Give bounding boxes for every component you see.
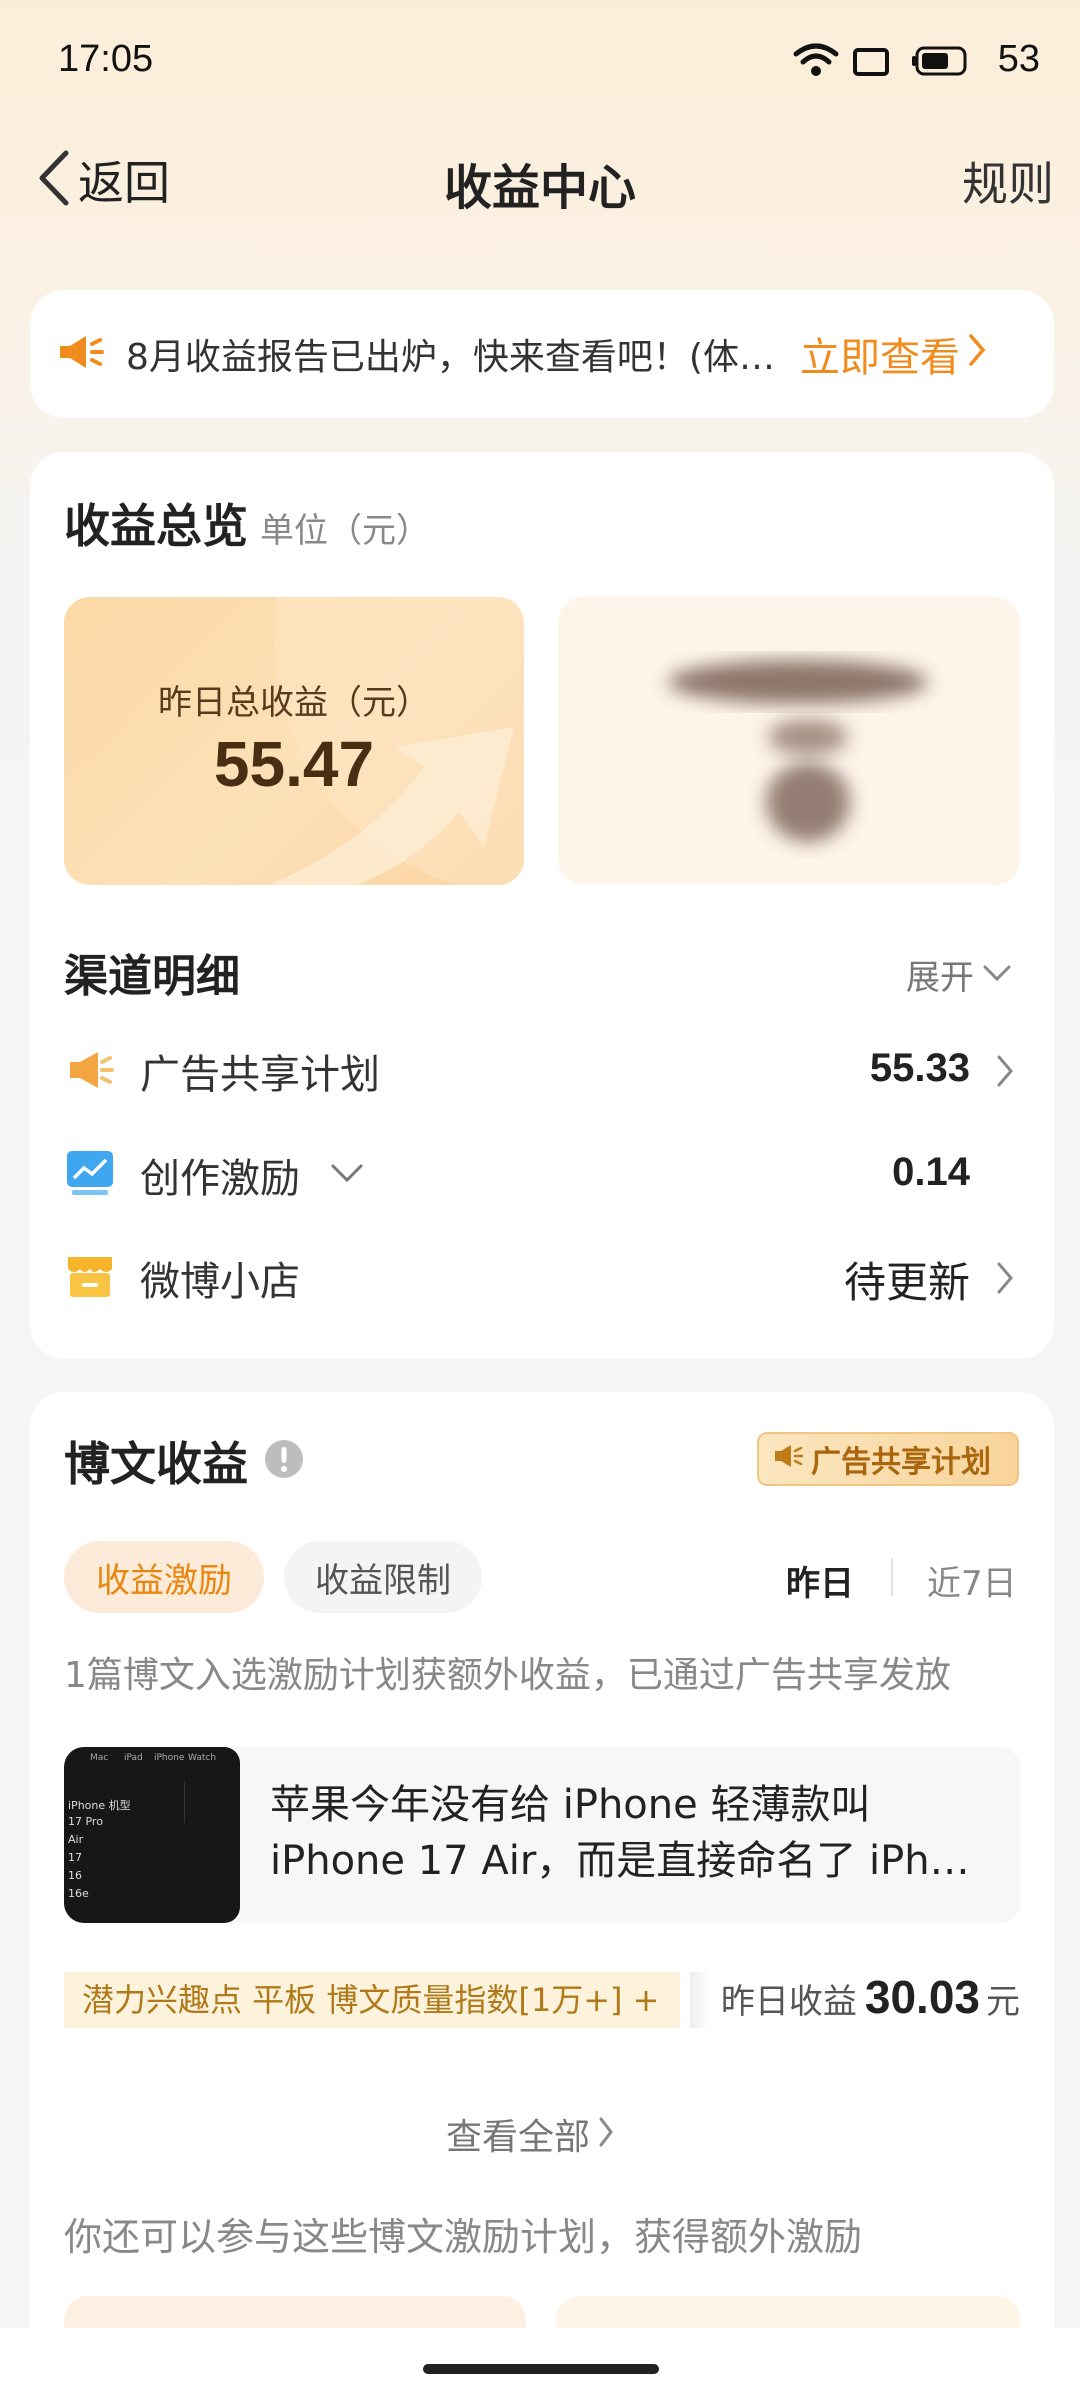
yesterday-earnings-unit: 元	[986, 1982, 1020, 2022]
view-all-label: 查看全部	[446, 2117, 591, 2158]
overview-heading: 收益总览 单位（元）	[64, 490, 430, 556]
chevron-down-icon[interactable]	[330, 1162, 364, 1188]
shop-icon	[66, 1253, 114, 1303]
chevron-right-icon	[968, 331, 986, 377]
post-title: 苹果今年没有给 iPhone 轻薄款叫 iPhone 17 Air，而是直接命名…	[270, 1782, 970, 1884]
notice-text: 8月收益报告已出炉，快来查看吧！(体…	[126, 337, 775, 378]
view-now-label: 立即查看	[800, 335, 960, 381]
keywords-fade	[690, 1972, 710, 2028]
yesterday-income-value: 55.47	[213, 728, 375, 800]
thumb-text: 16	[68, 1869, 82, 1882]
chevron-right-icon	[996, 1054, 1014, 1092]
status-time: 17:05	[58, 38, 154, 80]
chart-icon	[66, 1150, 114, 1200]
post-item[interactable]: Mac iPad iPhone Watch iPhone 机型 17 Pro A…	[64, 1747, 1020, 1923]
page-title: 收益中心	[443, 160, 636, 216]
thumb-text: 16e	[68, 1887, 89, 1900]
yesterday-income-label: 昨日总收益（元）	[158, 683, 430, 723]
post-keywords: 潜力兴趣点 平板 博文质量指数[1万+] +	[64, 1972, 680, 2028]
thumb-text: Watch	[188, 1753, 217, 1763]
chevron-right-icon	[598, 2116, 614, 2152]
overview-card	[30, 452, 1054, 1359]
thumb-text: iPhone	[154, 1753, 185, 1763]
thumb-text: 17 Pro	[68, 1815, 103, 1828]
battery-level: 53	[997, 38, 1040, 80]
megaphone-icon	[58, 332, 104, 376]
channel-value: 0.14	[892, 1150, 970, 1194]
notice-banner[interactable]: 8月收益报告已出炉，快来查看吧！(体… 立即查看	[30, 290, 1054, 418]
info-icon[interactable]	[264, 1439, 304, 1483]
channel-row-ad-share[interactable]: 广告共享计划 55.33	[64, 1036, 1020, 1106]
channel-row-creation-incentive[interactable]: 创作激励 0.14	[64, 1140, 1020, 1210]
expand-label: 展开	[906, 958, 974, 998]
megaphone-icon	[66, 1048, 114, 1096]
home-indicator[interactable]	[423, 2364, 659, 2374]
overview-unit: 单位（元）	[260, 511, 430, 551]
rules-button[interactable]: 规则	[962, 148, 1054, 214]
yesterday-earnings: 昨日收益 30.03 元	[721, 1970, 1020, 2024]
more-incentives-text: 你还可以参与这些博文激励计划，获得额外激励	[64, 2215, 863, 2259]
megaphone-icon	[773, 1442, 804, 1477]
blurred-card	[558, 597, 1020, 885]
channel-label: 创作激励	[140, 1156, 300, 1202]
post-summary: 1篇博文入选激励计划获额外收益，已通过广告共享发放	[64, 1655, 951, 1696]
ad-share-tag-label: 广告共享计划	[811, 1445, 991, 1480]
thumb-text: Mac	[90, 1753, 109, 1763]
post-earnings-title: 博文收益	[64, 1437, 248, 1491]
battery-icon	[912, 46, 968, 76]
tab-income-limit[interactable]: 收益限制	[284, 1541, 482, 1613]
period-7days[interactable]: 近7日	[927, 1556, 1017, 1605]
view-now-link[interactable]: 立即查看	[800, 325, 986, 383]
period-divider	[891, 1558, 893, 1596]
channel-value: 待更新	[843, 1258, 970, 1307]
thumb-text: Air	[68, 1833, 84, 1846]
chevron-down-icon	[982, 963, 1012, 987]
post-thumbnail: Mac iPad iPhone Watch iPhone 机型 17 Pro A…	[64, 1747, 240, 1923]
thumb-text: iPhone 机型	[68, 1799, 131, 1812]
expand-toggle[interactable]: 展开	[906, 950, 1012, 999]
channel-label: 微博小店	[140, 1259, 300, 1305]
thumb-text: iPad	[124, 1753, 143, 1763]
period-yesterday[interactable]: 昨日	[786, 1556, 854, 1605]
thumb-text: 17	[68, 1851, 82, 1864]
wifi-icon	[793, 42, 839, 78]
channel-value: 55.33	[869, 1046, 970, 1090]
overview-title: 收益总览	[64, 499, 248, 553]
view-all-link[interactable]: 查看全部	[446, 2108, 614, 2160]
yesterday-earnings-value: 30.03	[864, 1971, 980, 2023]
channel-row-weibo-shop[interactable]: 微博小店 待更新	[64, 1243, 1020, 1313]
yesterday-earnings-label: 昨日收益	[720, 1982, 857, 2022]
chevron-right-icon	[996, 1261, 1014, 1299]
channels-title: 渠道明细	[64, 951, 240, 1002]
screen-icon	[853, 48, 889, 76]
post-earnings-heading: 博文收益	[64, 1428, 304, 1494]
channel-label: 广告共享计划	[140, 1052, 380, 1098]
tab-income-incentive[interactable]: 收益激励	[64, 1541, 264, 1613]
ad-share-tag: 广告共享计划	[757, 1432, 1019, 1486]
yesterday-income-card[interactable]: 昨日总收益（元） 55.47	[64, 597, 524, 885]
thumb-detail	[184, 1781, 224, 1823]
